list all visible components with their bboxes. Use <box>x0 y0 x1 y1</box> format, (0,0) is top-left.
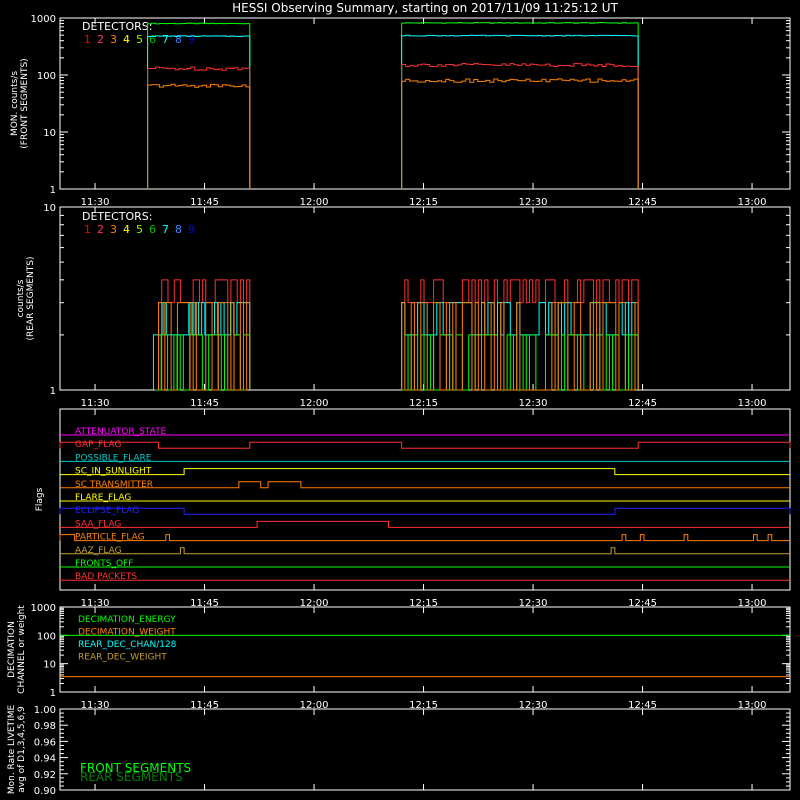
x-tick-label: 12:15 <box>409 398 438 409</box>
legend-detector-number: 9 <box>188 33 195 46</box>
chart-title: HESSI Observing Summary, starting on 201… <box>232 1 618 15</box>
hessi-summary-plot: HESSI Observing Summary, starting on 201… <box>0 0 800 800</box>
rear-series-line <box>154 334 251 391</box>
plot-canvas: HESSI Observing Summary, starting on 201… <box>7 1 791 797</box>
ylabel-line: (FRONT SEGMENTS) <box>20 58 30 148</box>
x-tick-label: 11:45 <box>190 398 219 409</box>
rear-panel-frame <box>59 206 791 391</box>
front-series-line <box>147 35 251 189</box>
legend-detector-number: 6 <box>149 33 156 46</box>
x-tick-label: 12:15 <box>409 197 438 208</box>
decimation-label: REAR_DEC_WEIGHT <box>78 653 167 663</box>
y-tick-label: 10 <box>43 203 56 214</box>
front-series-line <box>147 22 251 189</box>
legend-detector-number: 1 <box>84 223 91 236</box>
x-tick-label: 13:00 <box>738 197 767 208</box>
front-panel-frame <box>59 17 791 190</box>
x-tick-label: 12:45 <box>628 197 657 208</box>
decimation-label: DECIMATION_ENERGY <box>78 615 176 625</box>
livetime-ylabel: Mon. Rate LIVETIMEavg of D1,3,4,5,6,9 <box>7 705 27 795</box>
legend-detector-number: 3 <box>110 223 117 236</box>
decimation-label: DECIMATION_WEIGHT <box>78 628 176 638</box>
front-series-line <box>401 62 639 189</box>
decimation-ylabel: DECIMATIONCHANNEL or weight <box>7 605 27 694</box>
y-tick-label: 100 <box>37 71 56 82</box>
x-tick-label: 11:30 <box>81 398 110 409</box>
rear-series-line <box>158 302 251 391</box>
y-tick-label: 1 <box>50 386 56 397</box>
legend-detector-number: 2 <box>97 33 104 46</box>
x-tick-label: 12:30 <box>519 398 548 409</box>
ylabel-line: avg of D1,3,4,5,6,9 <box>17 706 27 793</box>
flag-line <box>60 481 790 489</box>
front-series-line <box>401 22 639 189</box>
y-tick-label: 0.90 <box>34 786 56 797</box>
ylabel-line: CHANNEL or weight <box>17 605 27 694</box>
legend-detector-number: 2 <box>97 223 104 236</box>
y-tick-label: 1000 <box>31 14 56 25</box>
x-tick-label: 12:45 <box>628 398 657 409</box>
y-tick-label: 10 <box>43 128 56 139</box>
front-series-line <box>401 78 639 189</box>
flag-line <box>60 468 790 476</box>
y-tick-label: 0.96 <box>34 737 56 748</box>
legend-detector-number: 6 <box>149 223 156 236</box>
legend-detector-number: 7 <box>162 33 169 46</box>
ylabel-line: MON. counts/s <box>10 71 20 136</box>
y-tick-label: 0.92 <box>34 770 56 781</box>
flag-line <box>59 534 790 542</box>
legend-detector-number: 4 <box>123 33 130 46</box>
y-tick-label: 100 <box>37 631 56 642</box>
x-tick-label: 12:00 <box>300 398 329 409</box>
flag-line <box>60 547 790 555</box>
legend-detector-number: 3 <box>110 33 117 46</box>
legend-detector-number: 7 <box>162 223 169 236</box>
ylabel-line: (REAR SEGMENTS) <box>26 256 36 340</box>
ylabel-line: DECIMATION <box>7 621 17 678</box>
flags-ylabel: Flags <box>35 487 45 511</box>
legend-detector-number: 8 <box>175 33 182 46</box>
y-tick-label: 1000 <box>31 603 56 614</box>
x-tick-label: 13:00 <box>738 398 767 409</box>
y-tick-label: 0.94 <box>34 754 56 765</box>
rear-ylabel: counts/s(REAR SEGMENTS) <box>16 256 36 340</box>
front-ylabel: MON. counts/s(FRONT SEGMENTS) <box>10 58 30 148</box>
y-tick-label: 1.00 <box>34 705 56 716</box>
x-tick-label: 12:00 <box>300 197 329 208</box>
y-tick-label: 0.98 <box>34 721 56 732</box>
legend-detector-number: 5 <box>136 223 143 236</box>
flag-line <box>59 441 791 449</box>
front-series-line <box>401 34 639 189</box>
legend-detector-number: 8 <box>175 223 182 236</box>
legend-detector-number: 5 <box>136 33 143 46</box>
y-tick-label: 10 <box>43 660 56 671</box>
ylabel-line: counts/s <box>16 279 26 317</box>
flag-line <box>60 520 790 528</box>
legend-detector-number: 4 <box>123 223 130 236</box>
legend-detector-number: 1 <box>84 33 91 46</box>
decimation-label: REAR_DEC_CHAN/128 <box>78 640 177 650</box>
front-series-line <box>147 83 251 189</box>
x-tick-label: 12:30 <box>519 197 548 208</box>
panels-group: 11:30 11:45 12:00 12:15 12:30 12:45 13:0011010… <box>7 14 791 797</box>
x-tick-label: 11:30 <box>81 197 110 208</box>
flags-panel-frame <box>59 408 791 591</box>
y-tick-label: 1 <box>50 688 56 699</box>
ylabel-line: Flags <box>35 487 45 511</box>
ylabel-line: Mon. Rate LIVETIME <box>7 705 17 795</box>
legend-title: DETECTORS: <box>82 20 152 33</box>
y-tick-label: 1 <box>50 185 56 196</box>
legend-detector-number: 9 <box>188 223 195 236</box>
x-tick-label: 11:45 <box>190 197 219 208</box>
flag-line <box>59 507 791 515</box>
livetime-legend: REAR SEGMENTS <box>80 770 183 784</box>
legend-title: DETECTORS: <box>82 210 152 223</box>
